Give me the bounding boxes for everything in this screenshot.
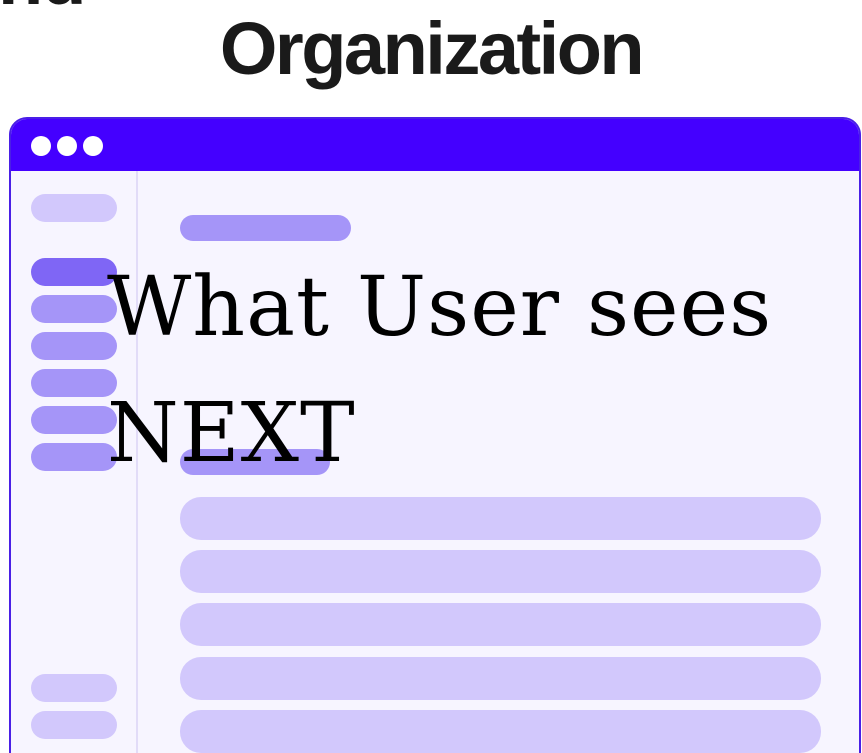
content-heading-placeholder (180, 215, 351, 241)
content-row-placeholder (180, 657, 821, 700)
overlay-caption-line2: NEXT (107, 386, 356, 481)
sidebar-placeholder-item (31, 711, 117, 739)
sidebar-placeholder-item (31, 194, 117, 222)
sidebar-placeholder-item (31, 406, 117, 434)
content-row-placeholder (180, 497, 821, 540)
sidebar-placeholder-item (31, 674, 117, 702)
overlay-caption: What User sees NEXT (107, 245, 772, 497)
window-control-dot (83, 136, 103, 156)
overlay-caption-line1: What User sees (107, 260, 773, 355)
sidebar-placeholder-item (31, 369, 117, 397)
sidebar-placeholder-item (31, 295, 117, 323)
content-row-placeholder (180, 603, 821, 646)
sidebar-placeholder-item (31, 443, 117, 471)
content-row-placeholder (180, 550, 821, 593)
window-titlebar (11, 119, 859, 171)
sidebar-placeholder-item-active (31, 258, 117, 286)
window-control-dot (57, 136, 77, 156)
sidebar-placeholder-item (31, 332, 117, 360)
page-title: Organization (219, 7, 645, 90)
window-control-dot (31, 136, 51, 156)
content-row-placeholder (180, 710, 821, 753)
